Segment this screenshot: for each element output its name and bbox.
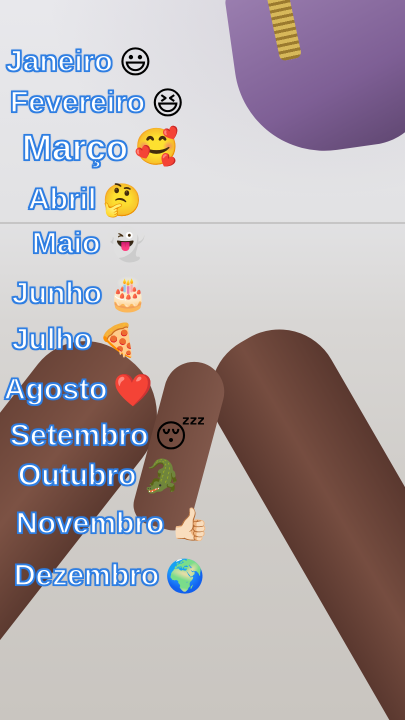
month-fevereiro: Fevereiro 😆: [9, 84, 185, 122]
month-janeiro: Janeiro 😃: [5, 43, 153, 81]
leg-right: [188, 307, 405, 720]
month-julho: Julho 🍕: [11, 321, 138, 359]
ghost-icon: 👻: [106, 225, 147, 263]
floor-line: [0, 222, 405, 224]
month-outubro: Outubro 🐊: [17, 457, 183, 495]
month-label: Junho: [11, 277, 103, 310]
month-agosto: Agosto ❤️: [3, 371, 154, 409]
birthday-cake-icon: 🎂: [108, 275, 148, 313]
sleeping-face-icon: 😴: [154, 417, 206, 455]
month-abril: Abril 🤔: [27, 181, 143, 219]
month-label: Dezembro: [13, 559, 160, 592]
grinning-face-icon: 😃: [118, 43, 153, 81]
month-label: Maio: [31, 227, 101, 260]
month-label: Agosto: [3, 373, 108, 406]
month-junho: Junho 🎂: [11, 275, 148, 313]
month-label: Setembro: [9, 419, 149, 452]
month-novembro: Novembro 👍🏻: [15, 505, 211, 543]
smiling-face-hearts-icon: 🥰: [134, 127, 179, 168]
month-dezembro: Dezembro 🌍: [13, 557, 205, 595]
thinking-face-icon: 🤔: [102, 181, 143, 219]
month-label: Abril: [27, 183, 97, 216]
laughing-face-icon: 😆: [151, 84, 185, 122]
month-label: Novembro: [15, 507, 165, 540]
month-label: Março: [21, 127, 129, 168]
crocodile-icon: 🐊: [142, 457, 183, 495]
pizza-icon: 🍕: [98, 321, 138, 359]
red-heart-icon: ❤️: [113, 371, 154, 409]
month-label: Fevereiro: [9, 86, 146, 119]
month-setembro: Setembro 😴: [9, 417, 206, 455]
month-maio: Maio 👻: [31, 225, 147, 263]
month-label: Julho: [11, 323, 93, 356]
thumbs-up-icon: 👍🏻: [170, 505, 211, 543]
month-label: Janeiro: [5, 45, 113, 78]
globe-icon: 🌍: [165, 557, 205, 595]
month-marco: Março 🥰: [21, 127, 179, 168]
month-label: Outubro: [17, 459, 137, 492]
